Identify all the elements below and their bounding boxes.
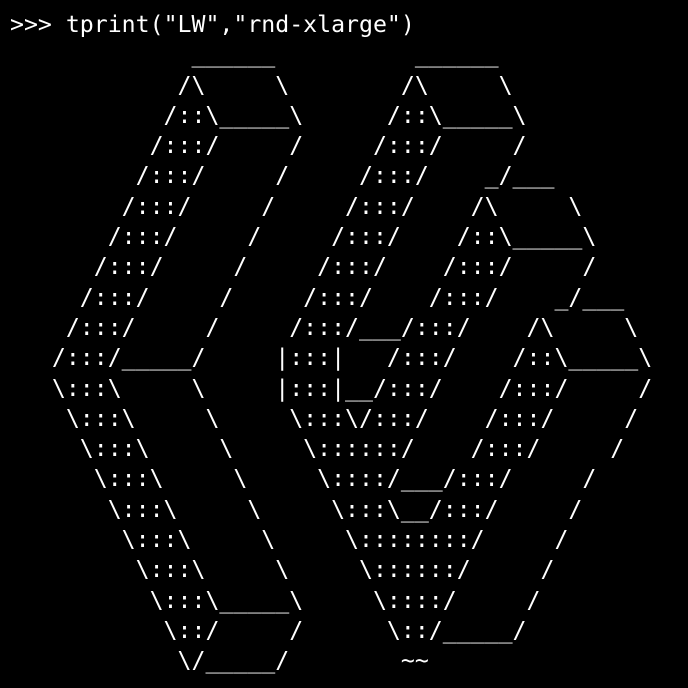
output-line: \:::\ \ |:::|__/:::/ /:::/ / bbox=[10, 374, 653, 402]
output-line: /\ \ /\ \ bbox=[10, 71, 513, 99]
output-line: /:::/_____/ |:::| /:::/ /::\_____\ bbox=[10, 344, 653, 372]
output-line: \:::\ \ \:::\/:::/ /:::/ / bbox=[10, 404, 639, 432]
output-line: /:::/ / /:::/ /\ \ bbox=[10, 192, 583, 220]
output-line: \::/ / \::/_____/ bbox=[10, 616, 527, 644]
terminal-window[interactable]: >>> tprint("LW","rnd-xlarge") ______ ___… bbox=[0, 0, 688, 688]
output-line: \:::\ \ \::::::::/ / bbox=[10, 526, 569, 554]
output-line: ______ ______ bbox=[10, 41, 499, 69]
output-line: /:::/ / /:::/ /::\_____\ bbox=[10, 223, 597, 251]
output-line: \:::\ \ \::::::/ / bbox=[10, 556, 555, 584]
ascii-art-output: ______ ______ /\ \ /\ \ /::\_____\ /::\_… bbox=[10, 40, 688, 676]
output-line: /:::/ / /:::/___/:::/ /\ \ bbox=[10, 313, 639, 341]
command-line: >>> tprint("LW","rnd-xlarge") bbox=[10, 10, 688, 40]
output-line: /:::/ / /:::/ /:::/ _/___ bbox=[10, 283, 625, 311]
output-line: \:::\_____\ \::::/ / bbox=[10, 586, 541, 614]
output-line: /:::/ / /:::/ / bbox=[10, 132, 527, 160]
output-line: \:::\ \ \::::::/ /:::/ / bbox=[10, 435, 625, 463]
output-line: \:::\ \ \::::/___/:::/ / bbox=[10, 465, 597, 493]
output-line: /::\_____\ /::\_____\ bbox=[10, 101, 527, 129]
output-line: /:::/ / /:::/ /:::/ / bbox=[10, 253, 597, 281]
command-text: tprint("LW","rnd-xlarge") bbox=[65, 11, 415, 38]
output-line: \/_____/ ~~ bbox=[10, 647, 429, 675]
output-line: \:::\ \ \:::\__/:::/ / bbox=[10, 495, 583, 523]
output-line: /:::/ / /:::/ _/___ bbox=[10, 162, 555, 190]
prompt-symbol: >>> bbox=[10, 11, 66, 38]
